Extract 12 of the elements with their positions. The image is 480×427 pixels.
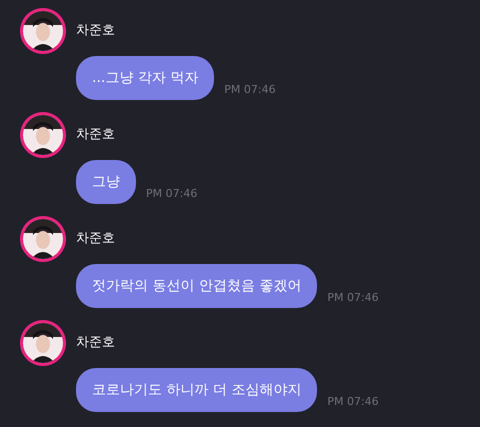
sender-name: 차준호: [76, 126, 115, 144]
message-bubble: ...그냥 각자 먹자: [76, 56, 214, 100]
sender-name: 차준호: [76, 334, 115, 352]
timestamp: PM 07:46: [327, 290, 379, 306]
timestamp: PM 07:46: [224, 82, 276, 98]
sender-name: 차준호: [76, 230, 115, 248]
message-bubble: 그냥: [76, 160, 136, 204]
timestamp: PM 07:46: [146, 186, 198, 202]
timestamp: PM 07:46: [327, 394, 379, 410]
message-bubble: 젓가락의 동선이 안겹쳤음 좋겠어: [76, 264, 318, 308]
sender-name: 차준호: [76, 22, 115, 40]
message-bubble: 코로나기도 하니까 더 조심해야지: [76, 368, 318, 412]
